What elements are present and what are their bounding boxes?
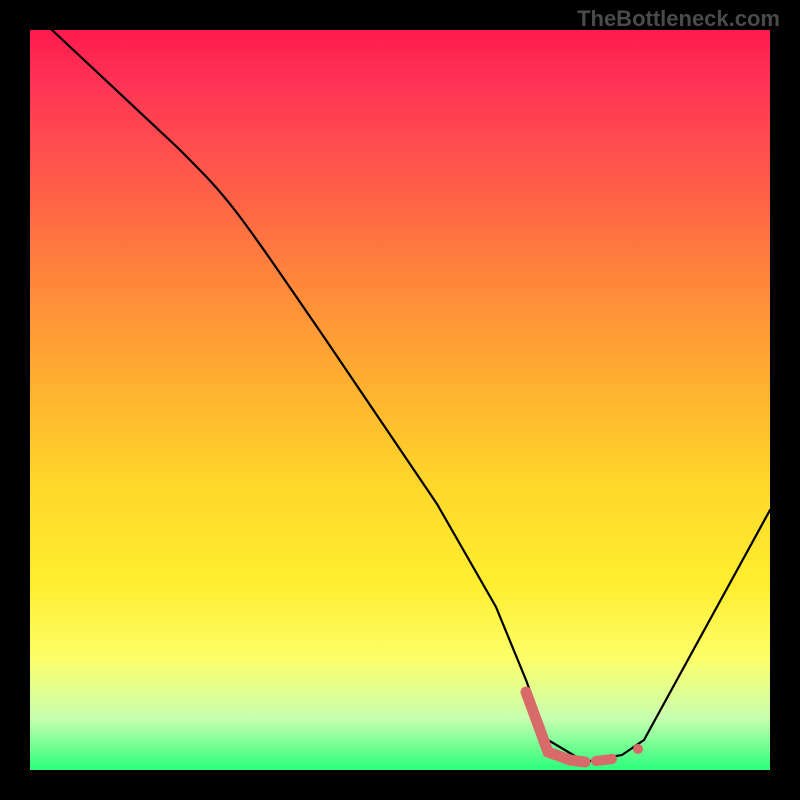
highlight-curve-path — [526, 692, 585, 762]
highlight-dot-1 — [596, 759, 612, 761]
highlight-dot-2 — [633, 744, 643, 754]
plot-area — [30, 30, 770, 770]
watermark-text: TheBottleneck.com — [577, 6, 780, 32]
main-curve-path — [52, 30, 770, 762]
chart-svg — [30, 30, 770, 770]
